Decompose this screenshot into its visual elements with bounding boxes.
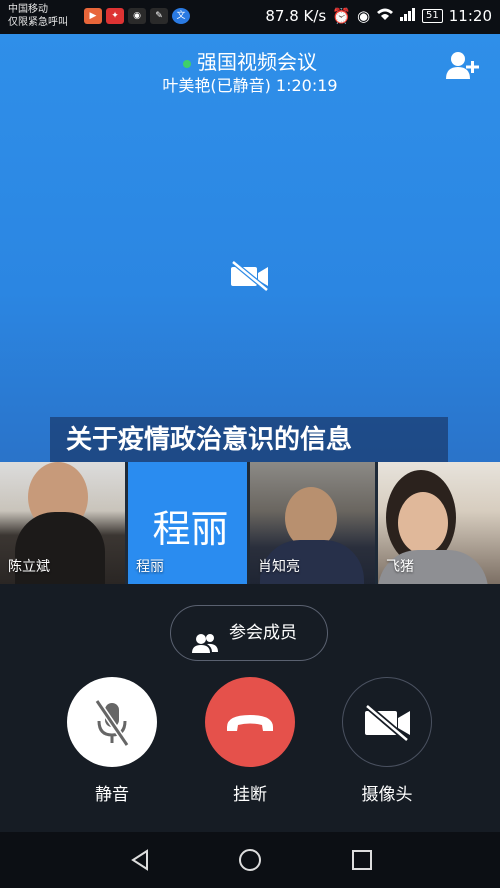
video-app-icon: ▶	[84, 8, 102, 24]
status-right: 87.8 K/s ⏰ ◉ 51 11:20	[265, 7, 492, 25]
camera-label: 摄像头	[361, 785, 413, 805]
emergency-only: 仅限紧急呼叫	[8, 17, 68, 28]
members-label: 参会成员	[229, 623, 297, 643]
battery-icon: 51	[422, 9, 443, 23]
hangup-button[interactable]	[205, 677, 295, 767]
participant-avatar-text: 程丽	[152, 507, 229, 551]
signal-icon	[400, 7, 416, 25]
camera-button[interactable]	[342, 677, 432, 767]
alarm-icon: ⏰	[332, 7, 351, 25]
camera-off-icon	[229, 260, 271, 292]
participant-photo	[398, 492, 448, 554]
members-icon	[191, 622, 219, 653]
hangup-label: 挂断	[233, 785, 267, 805]
participant-tile[interactable]: 肖知亮	[250, 462, 375, 584]
navigation-bar	[0, 832, 500, 888]
hangup-icon	[227, 715, 273, 731]
carrier-name: 中国移动	[8, 4, 48, 15]
headline-banner: 关于疫情政治意识的信息	[50, 417, 448, 463]
home-icon[interactable]	[238, 848, 262, 872]
notification-icons: ▶ ✦ ◉ ✎ 文	[84, 8, 190, 24]
main-video-area[interactable]: 强国视频会议 叶美艳(已静音) 1:20:19	[0, 34, 500, 464]
participant-name: 肖知亮	[258, 559, 300, 575]
meeting-title-text: 强国视频会议	[197, 50, 317, 74]
recents-icon[interactable]	[350, 848, 374, 872]
study-app-icon: 文	[172, 8, 190, 24]
participant-name: 陈立斌	[8, 559, 50, 575]
clock: 11:20	[448, 7, 492, 25]
participant-tile[interactable]: 飞猪	[375, 462, 500, 584]
wifi-icon	[376, 7, 394, 25]
back-icon[interactable]	[128, 848, 152, 872]
network-speed: 87.8 K/s	[265, 7, 327, 25]
participant-tile[interactable]: 程丽 程丽	[125, 462, 250, 584]
message-app-icon: ✎	[150, 8, 168, 24]
mute-label: 静音	[95, 785, 129, 805]
status-bar: 中国移动 仅限紧急呼叫 ▶ ✦ ◉ ✎ 文 87.8 K/s ⏰ ◉ 51 11…	[0, 0, 500, 34]
mute-button[interactable]	[67, 677, 157, 767]
call-controls: 参会成员 静音 挂断 摄像头	[0, 584, 500, 832]
participant-tile[interactable]: 陈立斌	[0, 462, 125, 584]
participant-strip: 陈立斌 程丽 程丽 肖知亮 飞猪	[0, 462, 500, 584]
online-dot-icon	[183, 59, 191, 68]
wechat-icon: ◉	[128, 8, 146, 24]
mic-off-icon	[94, 699, 130, 747]
meeting-title: 强国视频会议	[0, 46, 500, 75]
camera-off-icon	[365, 703, 410, 743]
news-app-icon: ✦	[106, 8, 124, 24]
carrier-info: 中国移动 仅限紧急呼叫	[8, 3, 68, 29]
eye-icon: ◉	[356, 7, 371, 25]
speaker-status: 叶美艳(已静音) 1:20:19	[162, 76, 338, 95]
add-member-icon[interactable]	[444, 49, 480, 81]
members-button[interactable]: 参会成员	[170, 605, 328, 661]
participant-name: 程丽	[136, 559, 164, 575]
participant-name: 飞猪	[386, 559, 414, 575]
